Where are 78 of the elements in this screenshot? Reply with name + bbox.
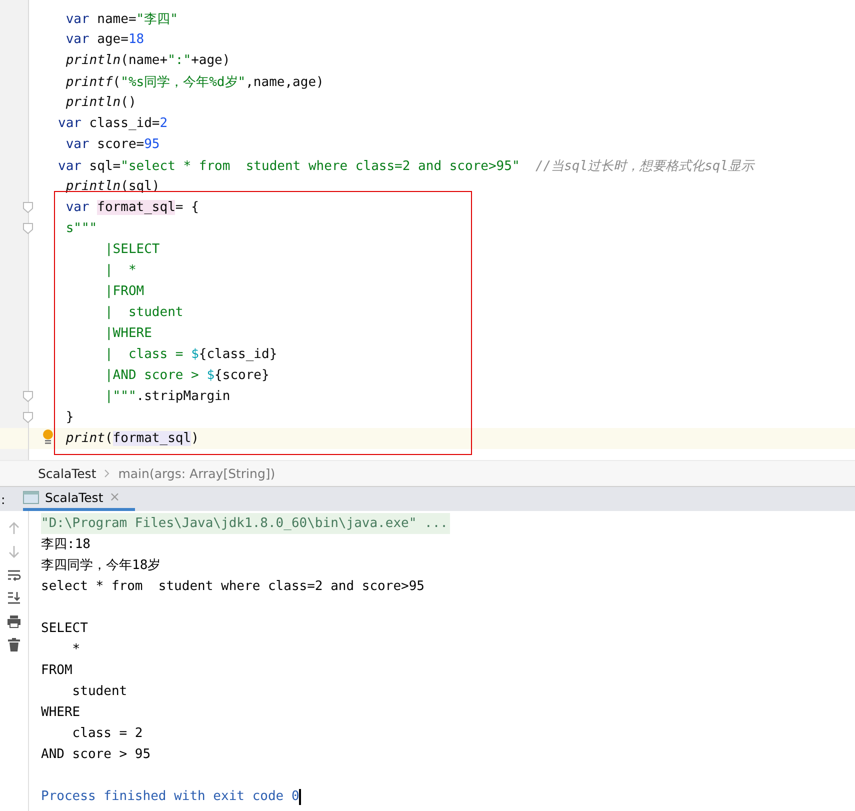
fold-marker-icon[interactable] [23, 223, 33, 234]
fold-marker-icon[interactable] [23, 412, 33, 423]
keyword: var [64, 200, 90, 215]
code-text: {score} [214, 368, 270, 383]
code-text: .stripMargin [136, 389, 230, 404]
interpolation-sign: $ [191, 347, 199, 362]
string-literal: "%s同学，今年%d岁" [120, 74, 246, 90]
console-output: SELECT [41, 620, 89, 638]
breadcrumb[interactable]: main(args: Array[String]) [118, 466, 276, 481]
keyword: var [64, 32, 90, 47]
fold-marker-icon[interactable] [23, 391, 33, 402]
code-text: class_id= [88, 116, 160, 131]
console-output: FROM [41, 662, 74, 680]
number-literal: 18 [128, 32, 144, 47]
code-text: score= [96, 137, 144, 152]
string-literal: |SELECT [104, 242, 160, 257]
code-text: ) [191, 431, 199, 446]
code-text: ( [104, 431, 113, 446]
keyword: var [64, 137, 90, 152]
keyword: var [58, 116, 82, 131]
code-text: ,name,age) [246, 74, 324, 90]
string-literal: "李四" [136, 12, 178, 26]
function-call: printf [64, 74, 113, 90]
code-text: (name+ [120, 53, 168, 68]
string-literal: "select * from student where class=2 and score>95" [120, 158, 520, 174]
print-icon[interactable] [7, 615, 21, 628]
text-cursor [299, 788, 301, 804]
scroll-to-end-icon[interactable] [7, 591, 21, 605]
chevron-icon [104, 469, 110, 478]
string-literal: |""" [104, 389, 136, 404]
number-literal: 95 [144, 137, 160, 152]
arrow-down-icon[interactable] [8, 545, 20, 559]
function-call: println [64, 53, 121, 68]
console-output: select * from student where class=2 and score>95 [41, 578, 426, 596]
code-text: age= [96, 32, 128, 47]
code-text: = { [175, 200, 199, 215]
interpolation-sign: $ [206, 368, 215, 383]
console-icon [23, 491, 39, 504]
code-comment: //当sql过长时，想要格式化sql显示 [534, 158, 754, 174]
code-text: } [64, 410, 74, 425]
fold-marker-icon[interactable] [23, 202, 33, 213]
string-literal: | class = [104, 347, 184, 362]
code-text: (sql) [120, 179, 160, 194]
breadcrumb[interactable]: ScalaTest [38, 466, 96, 481]
console-output: class = 2 [71, 725, 144, 743]
string-literal: |WHERE [104, 326, 152, 341]
code-text: {class_id} [198, 347, 278, 362]
number-literal: 2 [160, 116, 168, 131]
keyword: var [58, 158, 82, 174]
code-text: ( [112, 74, 121, 90]
code-text: () [120, 95, 136, 110]
function-call: print [64, 431, 105, 446]
arrow-up-icon[interactable] [8, 521, 20, 535]
console-output: WHERE [41, 704, 82, 722]
variable-name: format_sql [112, 431, 192, 446]
variable-name: format_sql [97, 200, 176, 215]
console-output: 李四同学，今年18岁 [41, 557, 162, 575]
function-call: println [64, 95, 121, 110]
exit-message: Process finished with exit code 0 [41, 788, 300, 806]
string-literal: s""" [64, 221, 98, 236]
string-literal: |AND score > [104, 368, 200, 383]
soft-wrap-icon[interactable] [7, 569, 21, 581]
console-output: * [71, 641, 82, 659]
code-text: sql= [88, 158, 121, 174]
string-literal: | * [104, 263, 136, 278]
console-output: student [71, 683, 128, 701]
string-literal: |FROM [104, 284, 144, 299]
console-output: AND score > 95 [41, 746, 152, 764]
lightbulb-icon[interactable] [42, 429, 54, 445]
code-text: +age) [191, 53, 230, 68]
function-call: println [64, 179, 121, 194]
keyword: var [64, 12, 90, 26]
string-literal: ":" [168, 53, 192, 68]
code-text: name= [96, 12, 136, 26]
console-output: 李四:18 [41, 536, 92, 554]
trash-icon[interactable] [8, 638, 20, 652]
panel-label: : [0, 490, 6, 508]
string-literal: | student [104, 305, 184, 320]
